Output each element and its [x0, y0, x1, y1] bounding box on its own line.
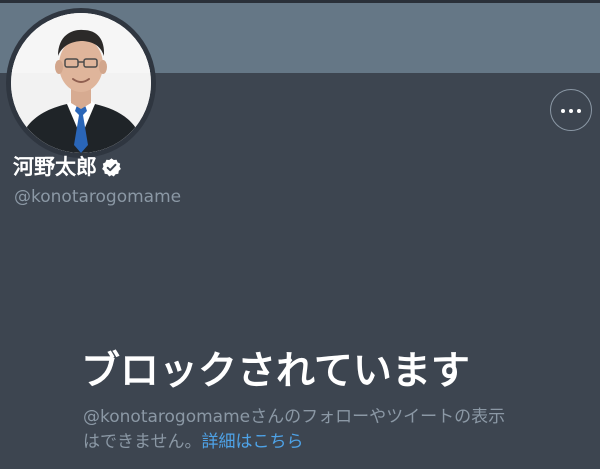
avatar-portrait — [11, 13, 151, 153]
blocked-description: @konotarogomameさんのフォローやツイートの表示 はできません。詳細… — [83, 405, 553, 455]
name-row: 河野太郎 — [13, 152, 122, 182]
blocked-description-text: はできません。 — [83, 432, 202, 452]
blocked-description-line-1: @konotarogomameさんのフォローやツイートの表示 — [83, 407, 506, 427]
blocked-description-line-2: はできません。詳細はこちら — [83, 430, 553, 455]
blocked-title: ブロックされています — [81, 349, 470, 394]
learn-more-link[interactable]: 詳細はこちら — [202, 432, 304, 452]
verified-badge-icon — [101, 157, 122, 178]
avatar[interactable] — [11, 13, 151, 153]
display-name: 河野太郎 — [13, 155, 97, 179]
more-options-button[interactable] — [550, 89, 592, 131]
more-options-icon — [561, 109, 581, 113]
profile-handle: @konotarogomame — [14, 187, 182, 207]
